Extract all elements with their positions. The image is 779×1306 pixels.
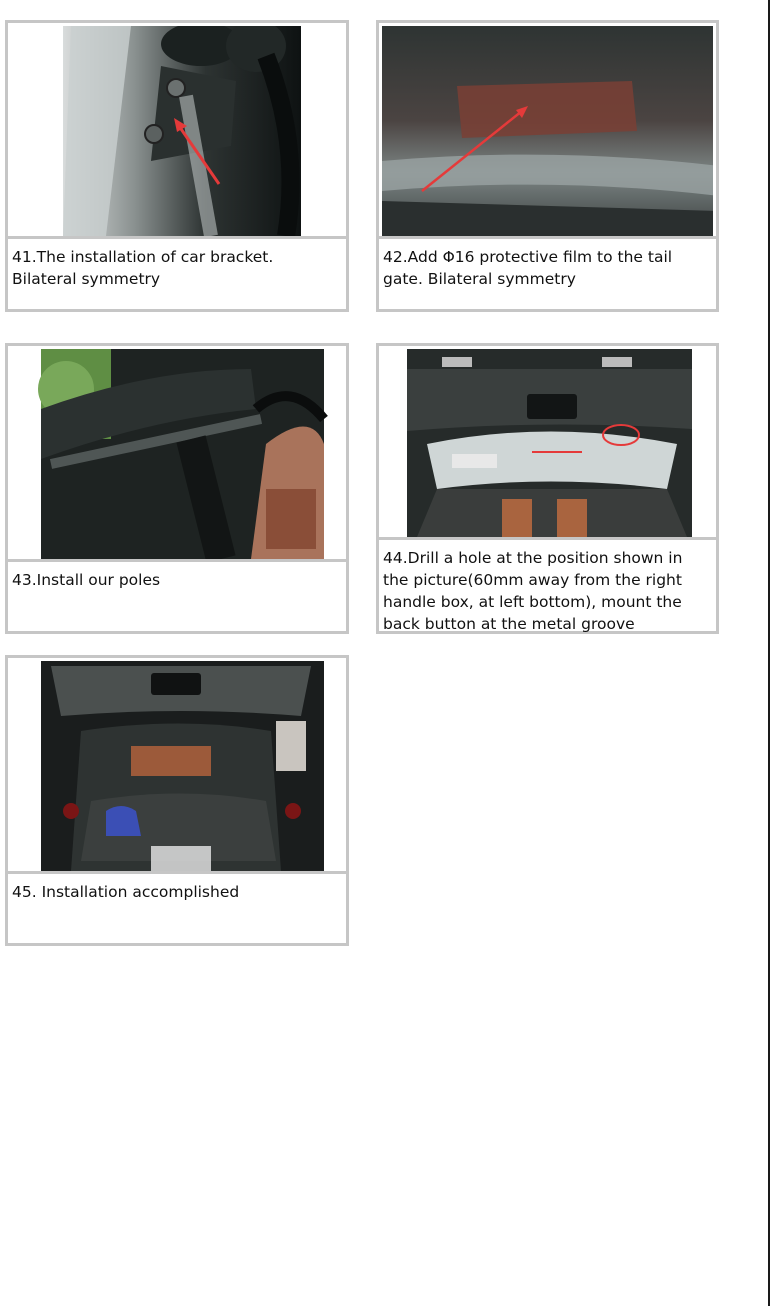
step-41-card: 41.The installation of car bracket. Bila… bbox=[5, 20, 349, 312]
step-44-card: 44.Drill a hole at the position shown in… bbox=[376, 343, 719, 634]
page-right-rule bbox=[768, 0, 770, 1306]
car-bracket-photo bbox=[11, 26, 343, 236]
step-42-caption: 42.Add Φ16 protective film to the tail g… bbox=[379, 236, 716, 309]
step-44-caption: 44.Drill a hole at the position shown in… bbox=[379, 537, 716, 633]
step-42-card: 42.Add Φ16 protective film to the tail g… bbox=[376, 20, 719, 312]
step-43-card: 43.Install our poles bbox=[5, 343, 349, 634]
poles-photo bbox=[11, 349, 343, 559]
step-43-caption: 43.Install our poles bbox=[8, 559, 346, 631]
drill-hole-photo bbox=[382, 349, 713, 537]
protective-film-photo bbox=[382, 26, 713, 236]
step-45-caption: 45. Installation accomplished bbox=[8, 871, 346, 943]
installation-complete-photo bbox=[11, 661, 343, 871]
step-41-caption: 41.The installation of car bracket. Bila… bbox=[8, 236, 346, 309]
step-45-card: 45. Installation accomplished bbox=[5, 655, 349, 946]
